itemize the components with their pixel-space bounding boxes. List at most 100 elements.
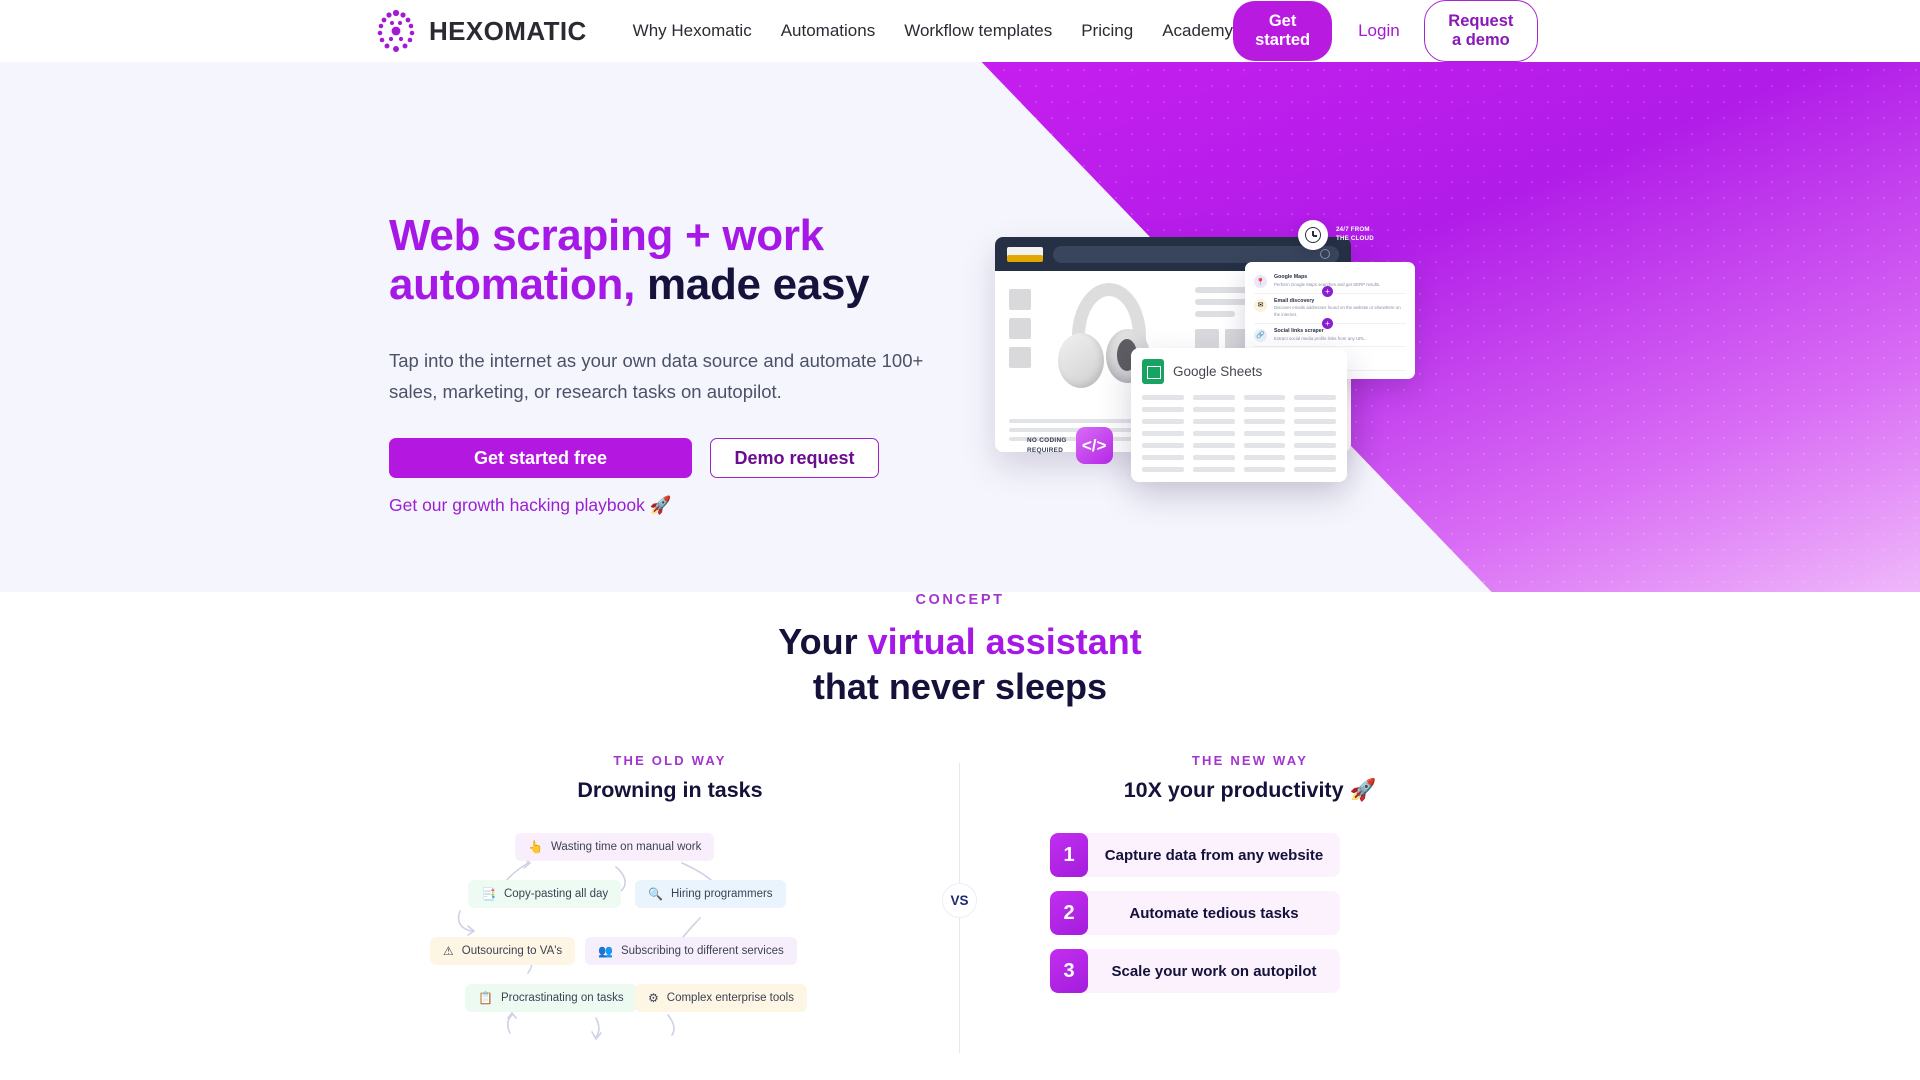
hero-subtitle: Tap into the internet as your own data s… (389, 349, 924, 403)
hero-copy: Web scraping + work automation, made eas… (389, 211, 949, 516)
warning-icon: ⚠ (443, 944, 454, 959)
nocode-line1: NO CODING (1027, 436, 1067, 444)
chip-hiring-programmers: 🔍 Hiring programmers (635, 880, 786, 909)
chip-label: Hiring programmers (670, 888, 773, 901)
step-number: 1 (1050, 833, 1088, 878)
old-way-column: THE OLD WAY Drowning in tasks 👆 Wasting … (420, 753, 920, 1063)
nav-link-workflow-templates[interactable]: Workflow templates (904, 21, 1052, 41)
thumbnail (1009, 318, 1031, 339)
hexomatic-dots-logo-icon (375, 9, 417, 53)
concept-title-accent: virtual assistant (867, 621, 1142, 662)
location-pin-icon: 📍 (1254, 275, 1267, 288)
step-item: 1 Capture data from any website (1050, 833, 1340, 878)
google-sheets-label: Google Sheets (1173, 364, 1263, 379)
hero-title-line2-accent: automation, (389, 259, 636, 309)
cloud-availability-badge: 24/7 FROM THE CLOUD (1298, 220, 1374, 250)
new-way-column: THE NEW WAY 10X your productivity 🚀 1 Ca… (1000, 753, 1500, 994)
chip-label: Wasting time on manual work (550, 841, 702, 854)
login-link[interactable]: Login (1358, 21, 1400, 41)
nocode-line2: REQUIRED (1027, 446, 1064, 454)
chip-enterprise-tools: ⚙ Complex enterprise tools (635, 984, 807, 1013)
concept-section: CONCEPT Your virtual assistant that neve… (0, 592, 1920, 1080)
hero-illustration: 24/7 FROM THE CLOUD 📍 Google Maps Perfor… (995, 172, 1555, 542)
code-brackets-icon: </> (1075, 427, 1113, 464)
clock-icon (1298, 220, 1328, 250)
automation-title: Google Maps (1274, 274, 1308, 280)
top-navigation-bar: HEXOMATIC Why Hexomatic Automations Work… (0, 0, 1920, 62)
nav-link-academy[interactable]: Academy (1162, 21, 1233, 41)
concept-title-line2: that never sleeps (812, 665, 1108, 707)
browser-address-bar (1053, 245, 1339, 263)
request-demo-button[interactable]: Request a demo (1423, 0, 1538, 62)
clock-badge-line2: THE CLOUD (1336, 235, 1374, 242)
step-label: Automate tedious tasks (1129, 904, 1299, 922)
hero-section: Web scraping + work automation, made eas… (0, 62, 1920, 592)
nav-link-pricing[interactable]: Pricing (1081, 21, 1133, 41)
old-way-title: Drowning in tasks (577, 778, 763, 803)
envelope-icon: ✉ (1254, 298, 1267, 312)
nav-link-why-hexomatic[interactable]: Why Hexomatic (633, 21, 752, 41)
chip-procrastinating: 📋 Procrastinating on tasks (465, 984, 637, 1013)
documents-icon: 📑 (481, 887, 496, 902)
get-started-button[interactable]: Get started (1233, 1, 1333, 61)
hero-title-line2-dark: made easy (635, 259, 870, 309)
comparison-block: THE OLD WAY Drowning in tasks 👆 Wasting … (0, 753, 1920, 1054)
add-step-icon: + (1322, 286, 1333, 297)
chip-outsourcing: ⚠ Outsourcing to VA's (430, 937, 576, 966)
step-label: Capture data from any website (1104, 846, 1324, 864)
people-icon: 👥 (598, 944, 613, 959)
hero-title: Web scraping + work automation, made eas… (389, 211, 949, 310)
nav-actions: Get started Login Request a demo (1233, 0, 1538, 62)
product-thumbnails (1009, 289, 1031, 368)
automation-desc: Extract social media profile links from … (1274, 335, 1366, 341)
chip-label: Procrastinating on tasks (500, 992, 624, 1005)
chip-label: Outsourcing to VA's (461, 945, 563, 958)
thumbnail (1009, 347, 1031, 368)
brand-name: HEXOMATIC (429, 15, 587, 46)
step-item: 3 Scale your work on autopilot (1050, 949, 1340, 994)
get-started-free-button[interactable]: Get started free (389, 438, 692, 479)
step-item: 2 Automate tedious tasks (1050, 891, 1340, 936)
brand-logo[interactable]: HEXOMATIC (375, 9, 587, 53)
step-number: 3 (1050, 949, 1088, 994)
google-sheets-icon (1142, 359, 1164, 384)
chip-wasting-time: 👆 Wasting time on manual work (515, 833, 715, 862)
step-label: Scale your work on autopilot (1111, 962, 1317, 980)
new-way-title: 10X your productivity 🚀 (1123, 778, 1377, 803)
chip-copy-pasting: 📑 Copy-pasting all day (468, 880, 622, 909)
old-way-chips: 👆 Wasting time on manual work 📑 Copy-pasti… (420, 833, 920, 1063)
browser-tab (1007, 247, 1043, 262)
concept-eyebrow: CONCEPT (915, 592, 1005, 608)
landing-page: HEXOMATIC Why Hexomatic Automations Work… (0, 0, 1920, 1080)
nav-link-automations[interactable]: Automations (781, 21, 876, 41)
automation-desc: Discover emails addresses found on the w… (1274, 305, 1401, 318)
link-icon: 🔗 (1254, 328, 1267, 342)
spreadsheet-grid (1142, 395, 1336, 472)
automation-title: Email discovery (1274, 297, 1315, 304)
chip-label: Subscribing to different services (620, 945, 784, 958)
new-way-steps: 1 Capture data from any website 2 Automa… (1000, 833, 1500, 994)
clock-badge-line1: 24/7 FROM (1336, 226, 1370, 234)
step-number: 2 (1050, 891, 1088, 936)
add-step-icon: + (1322, 318, 1333, 329)
search-icon (1320, 248, 1330, 259)
google-sheets-card: Google Sheets (1131, 348, 1347, 482)
vs-badge: VS (942, 883, 977, 919)
thumbnail (1009, 289, 1031, 310)
growth-playbook-link[interactable]: Get our growth hacking playbook 🚀 (389, 495, 672, 516)
demo-request-button[interactable]: Demo request (710, 438, 879, 479)
automation-title: Social links scraper (1274, 327, 1324, 334)
concept-title: Your virtual assistant that never sleeps (0, 620, 1920, 709)
new-way-eyebrow: THE NEW WAY (1191, 753, 1309, 769)
nav-links: Why Hexomatic Automations Workflow templ… (633, 21, 1233, 41)
concept-title-prefix: Your (778, 621, 868, 662)
old-way-eyebrow: THE OLD WAY (613, 753, 727, 769)
no-coding-badge: NO CODING REQUIRED </> (1027, 427, 1113, 464)
hero-title-line1: Web scraping + work (389, 211, 824, 260)
gear-icon: ⚙ (648, 991, 659, 1006)
chip-label: Complex enterprise tools (666, 992, 794, 1005)
chip-subscribing: 👥 Subscribing to different services (585, 937, 797, 966)
pointing-hand-icon: 👆 (528, 840, 543, 855)
chip-label: Copy-pasting all day (503, 888, 609, 901)
clipboard-icon: 📋 (478, 991, 493, 1006)
